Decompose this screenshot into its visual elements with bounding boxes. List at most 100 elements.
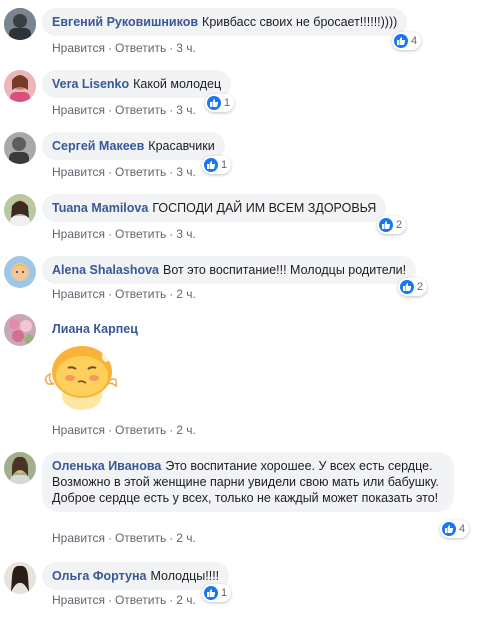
reaction-number: 2	[417, 281, 424, 293]
like-button[interactable]: Нравится	[52, 531, 105, 545]
reaction-count[interactable]: 2	[377, 216, 407, 234]
avatar[interactable]	[4, 314, 36, 346]
reaction-number: 1	[221, 159, 228, 171]
comment-actions: Нравится · Ответить · 2 ч.	[52, 423, 196, 437]
separator: ·	[107, 593, 112, 607]
comment-bubble: Alena Shalashova Вот это воспитание!!! Мо…	[42, 256, 417, 284]
separator: ·	[169, 423, 174, 437]
comment-bubble: Сергей Макеев Красавчики	[42, 132, 225, 160]
comment-actions: Нравится · Ответить · 2 ч.	[52, 531, 196, 545]
timestamp[interactable]: 2 ч.	[176, 287, 196, 301]
sticker-image[interactable]	[44, 338, 120, 414]
comment-bubble: Оленька Иванова Это воспитание хорошее. У…	[42, 452, 454, 512]
comment-author[interactable]: Ольга Фортуна	[52, 569, 146, 583]
timestamp[interactable]: 3 ч.	[176, 227, 196, 241]
avatar[interactable]	[4, 132, 36, 164]
separator: ·	[169, 287, 174, 301]
comment-author[interactable]: Евгений Руковишников	[52, 15, 198, 29]
reaction-number: 4	[411, 35, 418, 47]
comment-author[interactable]: Vera Lisenko	[52, 77, 129, 91]
comment-author[interactable]: Tuana Mamilova	[52, 201, 148, 215]
like-icon	[379, 218, 393, 232]
comment-text: Кривбасс своих не бросает!!!!!!))))	[202, 15, 398, 29]
like-button[interactable]: Нравится	[52, 227, 105, 241]
separator: ·	[107, 41, 112, 55]
comment-bubble: Tuana Mamilova ГОСПОДИ ДАЙ ИМ ВСЕМ ЗДОРОВ…	[42, 194, 387, 222]
reply-button[interactable]: Ответить	[115, 423, 166, 437]
like-icon	[442, 522, 456, 536]
separator: ·	[169, 165, 174, 179]
avatar[interactable]	[4, 8, 36, 40]
reply-button[interactable]: Ответить	[115, 287, 166, 301]
separator: ·	[169, 593, 174, 607]
comment-bubble: Vera Lisenko Какой молодец	[42, 70, 232, 98]
like-button[interactable]: Нравится	[52, 423, 105, 437]
separator: ·	[169, 103, 174, 117]
timestamp[interactable]: 3 ч.	[176, 165, 196, 179]
separator: ·	[169, 41, 174, 55]
like-icon	[204, 158, 218, 172]
comment-text: ГОСПОДИ ДАЙ ИМ ВСЕМ ЗДОРОВЬЯ	[152, 201, 377, 215]
timestamp[interactable]: 3 ч.	[176, 103, 196, 117]
separator: ·	[107, 227, 112, 241]
comment-bubble: Евгений Руковишников Кривбасс своих не бр…	[42, 8, 408, 36]
reaction-count[interactable]: 2	[398, 278, 428, 296]
like-button[interactable]: Нравится	[52, 287, 105, 301]
comment-text: Вот это воспитание!!! Молодцы родители!	[163, 263, 407, 277]
reaction-number: 2	[396, 219, 403, 231]
separator: ·	[107, 103, 112, 117]
separator: ·	[107, 531, 112, 545]
comment-author[interactable]: Сергей Макеев	[52, 139, 144, 153]
comment-actions: Нравится · Ответить · 2 ч.	[52, 287, 196, 301]
comment-author[interactable]: Alena Shalashova	[52, 263, 159, 277]
avatar[interactable]	[4, 562, 36, 594]
reply-button[interactable]: Ответить	[115, 531, 166, 545]
comment-actions: Нравится · Ответить · 3 ч.	[52, 165, 196, 179]
comment-bubble: Ольга Фортуна Молодцы!!!!	[42, 562, 230, 590]
reaction-count[interactable]: 1	[202, 156, 232, 174]
reaction-number: 4	[459, 523, 466, 535]
avatar[interactable]	[4, 70, 36, 102]
separator: ·	[107, 165, 112, 179]
like-icon	[207, 96, 221, 110]
separator: ·	[107, 423, 112, 437]
separator: ·	[107, 287, 112, 301]
comment-author[interactable]: Лиана Карпец	[52, 322, 138, 336]
timestamp[interactable]: 2 ч.	[176, 593, 196, 607]
like-button[interactable]: Нравится	[52, 41, 105, 55]
like-icon	[394, 34, 408, 48]
separator: ·	[169, 227, 174, 241]
like-icon	[400, 280, 414, 294]
avatar[interactable]	[4, 452, 36, 484]
reply-button[interactable]: Ответить	[115, 593, 166, 607]
reaction-count[interactable]: 4	[440, 520, 470, 538]
comment-actions: Нравится · Ответить · 3 ч.	[52, 41, 196, 55]
comment-text: Какой молодец	[133, 77, 222, 91]
reaction-count[interactable]: 4	[392, 32, 422, 50]
avatar[interactable]	[4, 256, 36, 288]
comment-text: Молодцы!!!!	[150, 569, 220, 583]
like-button[interactable]: Нравится	[52, 165, 105, 179]
separator: ·	[169, 531, 174, 545]
like-button[interactable]: Нравится	[52, 593, 105, 607]
comment-actions: Нравится · Ответить · 3 ч.	[52, 227, 196, 241]
like-icon	[204, 586, 218, 600]
comment-actions: Нравится · Ответить · 3 ч.	[52, 103, 196, 117]
reaction-number: 1	[224, 97, 231, 109]
timestamp[interactable]: 2 ч.	[176, 531, 196, 545]
comment-actions: Нравится · Ответить · 2 ч.	[52, 593, 196, 607]
reply-button[interactable]: Ответить	[115, 165, 166, 179]
reaction-count[interactable]: 1	[202, 584, 232, 602]
comment-text: Красавчики	[148, 139, 215, 153]
reaction-count[interactable]: 1	[205, 94, 235, 112]
timestamp[interactable]: 3 ч.	[176, 41, 196, 55]
reply-button[interactable]: Ответить	[115, 41, 166, 55]
reply-button[interactable]: Ответить	[115, 227, 166, 241]
timestamp[interactable]: 2 ч.	[176, 423, 196, 437]
avatar[interactable]	[4, 194, 36, 226]
reaction-number: 1	[221, 587, 228, 599]
comment-author[interactable]: Оленька Иванова	[52, 459, 161, 473]
reply-button[interactable]: Ответить	[115, 103, 166, 117]
comment-author-wrap: Лиана Карпец	[52, 321, 142, 337]
like-button[interactable]: Нравится	[52, 103, 105, 117]
